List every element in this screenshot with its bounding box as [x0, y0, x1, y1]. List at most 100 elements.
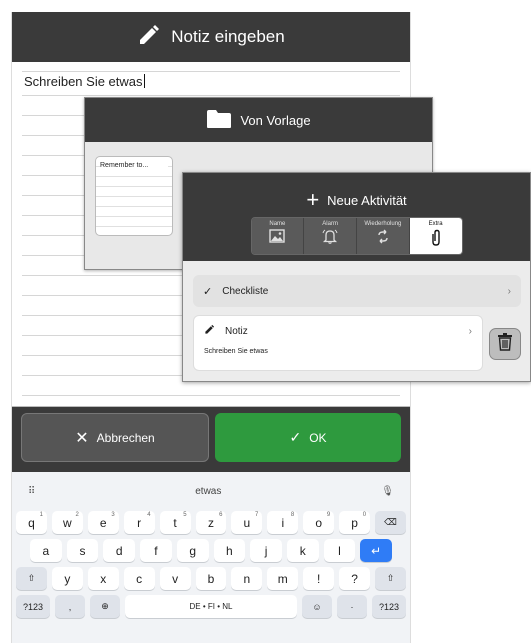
key[interactable]: x: [87, 567, 119, 590]
tab-extra[interactable]: Extra: [409, 218, 462, 254]
key[interactable]: n: [231, 567, 263, 590]
template-card[interactable]: Remember to...: [95, 156, 173, 236]
key-label: !: [317, 571, 321, 586]
ok-button[interactable]: ✓ OK: [215, 413, 401, 462]
key[interactable]: d: [103, 539, 136, 562]
key-hint: 7: [255, 512, 259, 518]
template-title: Von Vorlage: [240, 112, 311, 128]
tab-repeat[interactable]: Wiederholung: [357, 218, 410, 254]
key[interactable]: !: [303, 567, 335, 590]
microphone-icon[interactable]: 🎙: [381, 486, 394, 497]
template-header: Von Vorlage: [85, 98, 432, 142]
key[interactable]: s: [66, 539, 99, 562]
key-label: y: [64, 571, 71, 586]
key-label: a: [42, 543, 50, 558]
key[interactable]: p0: [339, 511, 371, 534]
pencil-icon: [137, 23, 161, 52]
key[interactable]: y: [51, 567, 83, 590]
close-icon: ✕: [75, 429, 89, 447]
key[interactable]: u7: [231, 511, 263, 534]
repeat-icon: [376, 229, 390, 246]
chevron-right-icon: ›: [468, 325, 472, 337]
checklist-row[interactable]: ✓ Checkliste ›: [193, 275, 521, 307]
key[interactable]: c: [123, 567, 155, 590]
key-label: ,: [68, 601, 72, 612]
key-hint: 8: [290, 512, 295, 518]
note-title: Notiz eingeben: [171, 27, 285, 46]
key[interactable]: h: [213, 539, 246, 562]
tab-alarm[interactable]: Alarm: [304, 218, 357, 254]
key[interactable]: b: [195, 567, 227, 590]
key-label: ?123: [378, 601, 400, 612]
key[interactable]: ⌫: [375, 511, 406, 534]
key[interactable]: ·: [337, 595, 367, 618]
key[interactable]: ⇧: [16, 567, 47, 590]
key-label: p: [351, 515, 358, 530]
tab-name-label: Name: [269, 221, 286, 227]
key-hint: 0: [362, 512, 367, 518]
key-hint: 5: [183, 512, 187, 518]
plus-icon: +: [306, 187, 320, 212]
key-label: x: [100, 571, 107, 586]
text-caret: [143, 74, 145, 88]
key[interactable]: j: [250, 539, 282, 562]
grid-icon[interactable]: ⠿: [28, 486, 35, 497]
key[interactable]: ,: [55, 595, 85, 618]
key[interactable]: i8: [267, 511, 299, 534]
key-label: r: [137, 515, 142, 530]
keyboard-row: ?123, ⊕ DE • FI • NL ☺ · ?123: [16, 595, 406, 618]
key-hint: 4: [147, 512, 151, 518]
key-label: f: [154, 543, 158, 558]
key[interactable]: ?123: [16, 595, 50, 618]
key[interactable]: t5: [159, 511, 191, 534]
key-label: n: [243, 571, 251, 586]
note-text-value: Schreiben Sie etwas: [24, 74, 143, 89]
cancel-button[interactable]: ✕ Abbrechen: [21, 413, 209, 462]
key[interactable]: k: [286, 539, 319, 562]
key[interactable]: z6: [195, 511, 227, 534]
key[interactable]: q1: [16, 511, 47, 534]
space-key[interactable]: DE • FI • NL: [125, 595, 297, 618]
key-label: ·: [350, 601, 354, 612]
key-label: b: [207, 571, 215, 586]
key-label: c: [136, 571, 143, 586]
key[interactable]: ⊕: [90, 595, 120, 618]
enter-key[interactable]: ↵: [360, 539, 393, 562]
note-label: Notiz: [225, 325, 248, 337]
key[interactable]: w2: [51, 511, 83, 534]
key[interactable]: l: [323, 539, 356, 562]
bell-icon: [322, 229, 338, 246]
key-label: ⇧: [386, 573, 395, 583]
key[interactable]: a: [30, 539, 62, 562]
key-label: i: [281, 515, 285, 530]
suggestion-word[interactable]: etwas: [195, 486, 221, 497]
key-label: o: [315, 515, 323, 530]
key[interactable]: r4: [123, 511, 155, 534]
key[interactable]: ?123: [372, 595, 406, 618]
key-label: DE • FI • NL: [189, 602, 233, 611]
paperclip-icon: [430, 229, 442, 249]
action-row: ✕ Abbrechen ✓ OK: [12, 407, 410, 472]
key[interactable]: ⇧: [375, 567, 406, 590]
key[interactable]: o9: [303, 511, 335, 534]
check-icon: ✓: [203, 285, 213, 298]
pencil-icon: [204, 324, 215, 338]
key[interactable]: v: [159, 567, 191, 590]
delete-button[interactable]: [489, 328, 521, 360]
key[interactable]: ☺: [302, 595, 332, 618]
key[interactable]: f: [140, 539, 172, 562]
key-label: z: [207, 515, 214, 530]
check-icon: ✓: [289, 429, 302, 445]
activity-dialog: + Neue Aktivität Name Alarm Wiederholung: [182, 172, 531, 382]
note-row[interactable]: Notiz › Schreiben Sie etwas: [193, 315, 483, 371]
key-hint: 3: [111, 512, 115, 518]
key[interactable]: ?: [339, 567, 371, 590]
key-label: e: [99, 515, 107, 530]
key-hint: 1: [39, 512, 43, 518]
key[interactable]: g: [176, 539, 209, 562]
tab-name[interactable]: Name: [251, 218, 305, 254]
ok-label: OK: [309, 430, 327, 445]
key[interactable]: e3: [87, 511, 119, 534]
key-label: j: [264, 543, 268, 558]
key[interactable]: m: [267, 567, 299, 590]
